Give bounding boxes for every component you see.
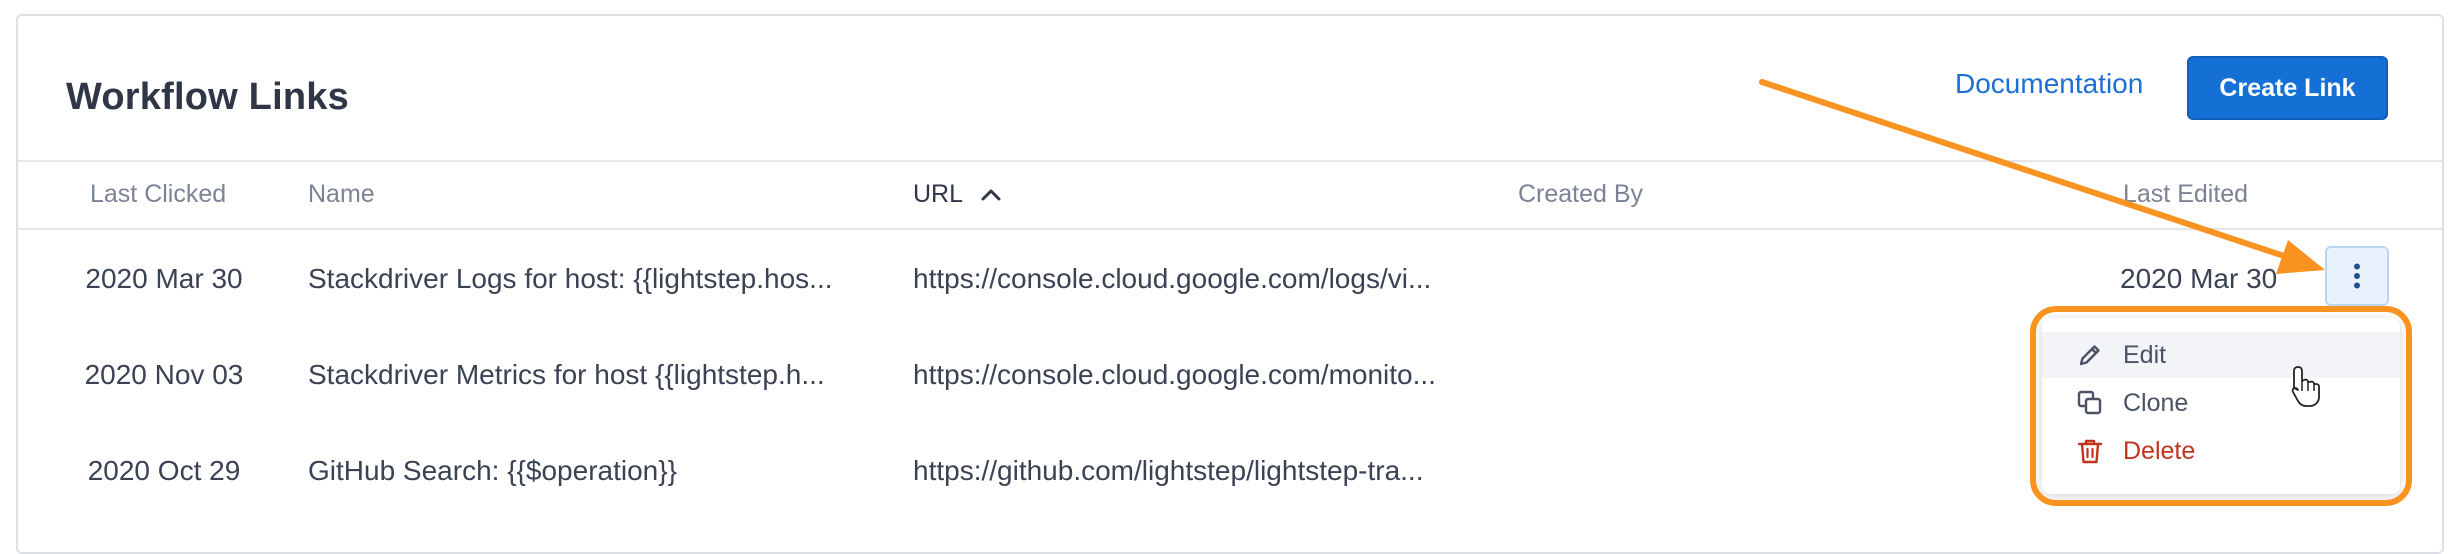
pencil-icon [2079,345,2100,366]
create-link-button[interactable]: Create Link [2187,56,2388,120]
copy-icon [2077,390,2102,415]
sort-ascending-icon [981,189,1001,201]
documentation-link[interactable]: Documentation [1955,68,2143,100]
row-last-clicked: 2020 Nov 03 [84,359,244,390]
row-name: Stackdriver Logs for host: {{lightstep.h… [308,263,833,294]
more-vertical-icon [2354,263,2360,289]
row-actions-button[interactable] [2325,246,2389,306]
menu-item-clone[interactable]: Clone [2042,380,2400,426]
row-last-clicked: 2020 Mar 30 [85,263,243,294]
menu-item-label: Edit [2123,340,2167,369]
trash-icon [2077,439,2103,464]
row-last-edited: 2020 Mar 30 [2120,263,2278,294]
column-header-last-edited[interactable]: Last Edited [2123,180,2248,209]
column-header-url[interactable]: URL [913,180,1001,209]
row-name: GitHub Search: {{$operation}} [308,455,677,486]
row-name: Stackdriver Metrics for host {{lightstep… [308,359,825,390]
menu-item-label: Clone [2123,388,2189,417]
column-header-last-clicked[interactable]: Last Clicked [90,180,226,209]
menu-item-label: Delete [2123,436,2196,465]
header-divider [18,160,2442,162]
row-last-clicked: 2020 Oct 29 [87,455,241,486]
column-header-created-by[interactable]: Created By [1518,180,1643,209]
column-header-url-label: URL [913,180,963,208]
row-url: https://console.cloud.google.com/monito.… [913,359,1436,390]
row-url: https://console.cloud.google.com/logs/vi… [913,263,1432,294]
page-title: Workflow Links [66,76,349,118]
menu-item-edit[interactable]: Edit [2042,332,2400,378]
row-url: https://github.com/lightstep/lightstep-t… [913,455,1424,486]
column-header-name[interactable]: Name [308,180,375,209]
row-actions-menu: Edit Clone Delete [2042,318,2400,494]
table-header-divider [18,228,2442,230]
menu-item-delete[interactable]: Delete [2042,428,2400,474]
